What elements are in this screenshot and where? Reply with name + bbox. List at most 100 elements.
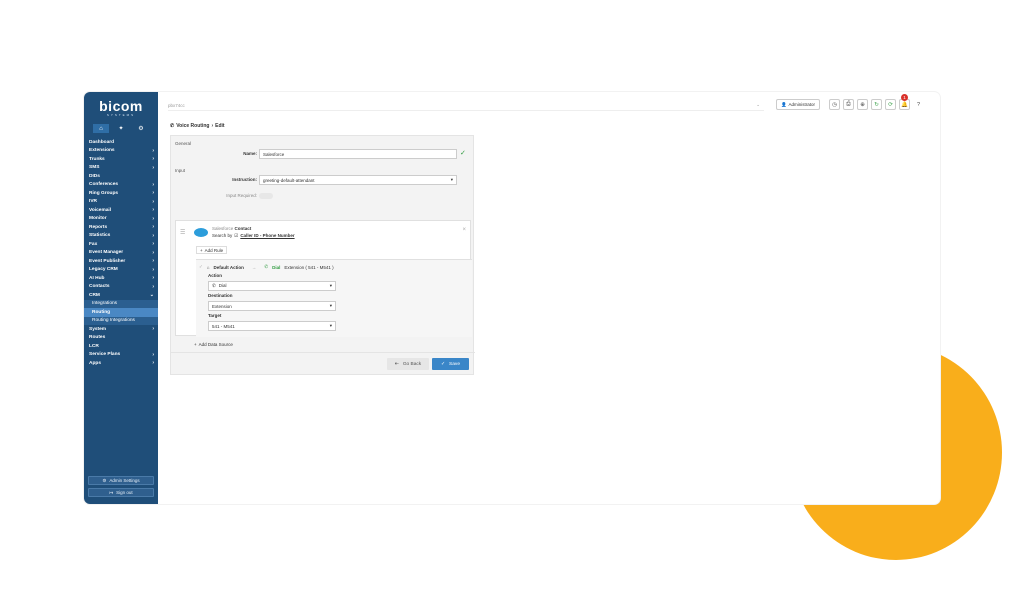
phone-icon: ✆ <box>170 123 175 129</box>
chevron-icon: › <box>152 266 154 273</box>
phone-green-icon: ✆ <box>264 264 269 269</box>
menu-item-label: Event Publisher <box>89 258 126 264</box>
sidebar-item-ivr[interactable]: IVR › <box>84 198 158 207</box>
add-rule-button[interactable]: + Add Rule <box>196 246 228 254</box>
home-icon[interactable]: ⌂ <box>93 124 109 133</box>
sidebar-item-service-plans[interactable]: Service Plans › <box>84 351 158 360</box>
printer-icon[interactable]: ⎙ <box>843 99 854 110</box>
sidebar-item-contacts[interactable]: Contacts › <box>84 283 158 292</box>
sidebar-item-legacy-crm[interactable]: Legacy CRM › <box>84 266 158 275</box>
sidebar-tabs: ⌂ ✦ ⚙ <box>84 124 158 134</box>
sidebar-item-statistics[interactable]: Statistics › <box>84 232 158 241</box>
user-name: Administrator <box>788 102 816 107</box>
refresh-icon[interactable]: ↻ <box>871 99 882 110</box>
salesforce-logo-icon <box>194 228 208 237</box>
admin-settings-button[interactable]: ⚙ Admin Settings <box>88 476 154 485</box>
caret-down-icon: ▾ <box>450 177 453 182</box>
settings-icon[interactable]: ⚙ <box>133 124 149 133</box>
save-label: Save <box>449 361 460 367</box>
menu-item-label: Statistics <box>89 233 111 239</box>
sidebar-item-sms[interactable]: SMS › <box>84 164 158 173</box>
target-select[interactable]: 541 - M541 ▾ <box>208 321 336 331</box>
drag-handle-icon[interactable]: ☰ <box>180 229 185 236</box>
sync-icon[interactable]: ⟳ <box>885 99 896 110</box>
go-back-button[interactable]: ⇤ Go Back <box>387 358 429 370</box>
destination-select[interactable]: Extension ▾ <box>208 301 336 311</box>
sidebar-item-dashboard[interactable]: Dashboard <box>84 138 158 147</box>
menu-item-label: SMS <box>89 165 100 171</box>
help-icon[interactable]: ? <box>913 99 924 110</box>
menu-item-label: Ring Groups <box>89 190 119 196</box>
chevron-icon: › <box>152 215 154 222</box>
sidebar-item-crm[interactable]: CRM ⌄ <box>84 291 158 300</box>
source-type: Contact <box>234 226 252 231</box>
sidebar-item-ring-groups[interactable]: Ring Groups › <box>84 189 158 198</box>
sign-out-button[interactable]: ↦ Sign out <box>88 488 154 497</box>
sidebar-item-voicemail[interactable]: Voicemail › <box>84 206 158 215</box>
chevron-icon: › <box>152 241 154 248</box>
breadcrumb-section[interactable]: Voice Routing <box>176 123 209 129</box>
chevron-icon: › <box>152 181 154 188</box>
sidebar-item-event-manager[interactable]: Event Manager › <box>84 249 158 258</box>
logo-tagline: SYSTEMS <box>106 113 136 117</box>
sidebar-subitem-routing-integrations[interactable]: Routing Integrations <box>84 316 158 325</box>
menu-item-label: Conferences <box>89 182 119 188</box>
target-label: Target <box>208 313 222 318</box>
chevron-icon: › <box>152 351 154 358</box>
instruction-select[interactable]: greeting-default-attendant ▾ <box>259 175 457 185</box>
chevron-icon: › <box>152 198 154 205</box>
search-field-link[interactable]: Caller ID - Phone Number <box>240 233 294 239</box>
chevron-icon: › <box>152 360 154 367</box>
sidebar-subitem-integrations[interactable]: Integrations <box>84 299 158 308</box>
sidebar-item-ai-hub[interactable]: AI Hub › <box>84 274 158 283</box>
puzzle-icon[interactable]: ✦ <box>113 124 129 133</box>
sliders-icon: ⚙ <box>102 477 107 483</box>
user-menu-button[interactable]: 👤 Administrator <box>776 99 820 110</box>
sidebar-item-apps[interactable]: Apps › <box>84 359 158 368</box>
menu-item-label: Extensions <box>89 148 115 154</box>
chevron-icon: ⌄ <box>149 292 154 299</box>
default-action-block: ✓ ⌂ Default Action → ✆ Dial Extension ( … <box>196 259 472 337</box>
input-required-toggle[interactable] <box>259 193 273 199</box>
sidebar-item-trunks[interactable]: Trunks › <box>84 155 158 164</box>
input-required-label: Input Required: <box>226 193 257 198</box>
action-select[interactable]: ✆ Dial ▾ <box>208 281 336 291</box>
chevron-icon: › <box>152 275 154 282</box>
sidebar-item-dids[interactable]: DIDs <box>84 172 158 181</box>
arrow-right-icon: → <box>251 264 257 270</box>
instruction-label: Instruction: <box>232 177 257 182</box>
chevron-icon: › <box>152 164 154 171</box>
admin-settings-label: Admin Settings <box>109 478 140 483</box>
menu-item-label: AI Hub <box>89 275 105 281</box>
sidebar-item-extensions[interactable]: Extensions › <box>84 147 158 156</box>
chevron-icon: › <box>152 232 154 239</box>
name-input[interactable]: Salesforce <box>259 149 457 159</box>
routing-edit-panel: General Name: Salesforce ✓ Input Instruc… <box>170 135 475 375</box>
menu-item-label: Routes <box>89 335 106 341</box>
menu-subitem-label: Integrations <box>92 301 118 307</box>
sidebar-subitem-routing[interactable]: Routing <box>84 308 158 317</box>
sidebar-item-monitor[interactable]: Monitor › <box>84 215 158 224</box>
globe-icon[interactable]: ⊕ <box>857 99 868 110</box>
sidebar-item-system[interactable]: System › <box>84 325 158 334</box>
sidebar-item-lcr[interactable]: LCR <box>84 342 158 351</box>
add-data-source-button[interactable]: + Add Data Source <box>191 340 236 348</box>
instance-selector[interactable]: pbx74cc ⌄ <box>168 100 764 111</box>
check-icon: ✓ <box>460 150 466 157</box>
sidebar-item-reports[interactable]: Reports › <box>84 223 158 232</box>
sidebar-item-routes[interactable]: Routes <box>84 334 158 343</box>
save-button[interactable]: ✓ Save <box>432 358 469 370</box>
sidebar-item-fax[interactable]: Fax › <box>84 240 158 249</box>
input-section-title: Input <box>175 168 186 173</box>
sign-out-label: Sign out <box>116 490 133 495</box>
menu-item-label: LCR <box>89 343 99 349</box>
caret-down-icon: ▾ <box>329 323 332 328</box>
menu-subitem-label: Routing <box>92 309 111 315</box>
sidebar-item-event-publisher[interactable]: Event Publisher › <box>84 257 158 266</box>
close-icon[interactable]: × <box>462 227 466 233</box>
action-value: Dial <box>218 283 227 288</box>
sign-out-icon: ↦ <box>109 489 114 495</box>
sidebar-item-conferences[interactable]: Conferences › <box>84 181 158 190</box>
source-title: Salesforce Contact <box>212 226 251 231</box>
clock-icon[interactable]: ◷ <box>829 99 840 110</box>
